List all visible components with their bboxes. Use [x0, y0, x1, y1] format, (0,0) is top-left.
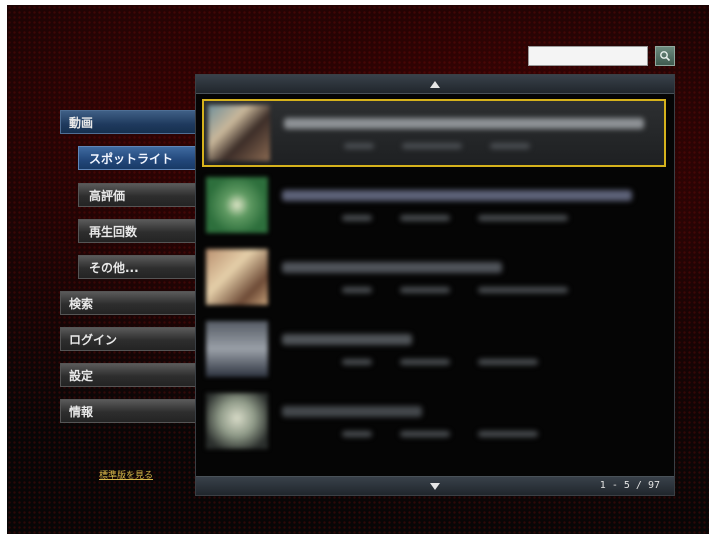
video-meta-blurred — [282, 405, 666, 437]
tv-screen: 動画 スポットライト 高評価 再生回数 その他... 検索 ログイン 設定 情報… — [7, 5, 709, 534]
video-thumbnail — [206, 393, 268, 449]
list-footer: 1 - 5 / 97 — [196, 476, 674, 495]
video-meta-blurred — [282, 333, 666, 365]
search-button[interactable] — [655, 46, 675, 66]
video-item[interactable] — [202, 99, 666, 167]
video-item[interactable] — [202, 315, 666, 383]
sidebar-item-info[interactable]: 情報 — [60, 399, 196, 423]
standard-version-link[interactable]: 標準版を見る — [99, 468, 153, 481]
search-input[interactable] — [528, 46, 648, 66]
sidebar-item-top-rated[interactable]: 高評価 — [78, 183, 196, 207]
video-item[interactable] — [202, 387, 666, 455]
video-item[interactable] — [202, 171, 666, 239]
sidebar-item-settings[interactable]: 設定 — [60, 363, 196, 387]
search-icon — [660, 51, 671, 62]
scroll-up-button[interactable] — [196, 75, 674, 94]
arrow-up-icon — [430, 80, 440, 88]
video-thumbnail — [208, 105, 270, 161]
video-item[interactable] — [202, 243, 666, 311]
video-meta-blurred — [284, 117, 664, 149]
sidebar-item-videos[interactable]: 動画 — [60, 110, 196, 134]
sidebar-item-most-viewed[interactable]: 再生回数 — [78, 219, 196, 243]
video-list-panel: 1 - 5 / 97 — [195, 74, 675, 496]
arrow-down-icon — [430, 482, 440, 490]
sidebar-item-spotlight[interactable]: スポットライト — [78, 146, 196, 170]
sidebar-item-search[interactable]: 検索 — [60, 291, 196, 315]
page-counter: 1 - 5 / 97 — [599, 480, 660, 491]
sidebar-item-more[interactable]: その他... — [78, 255, 196, 279]
video-meta-blurred — [282, 189, 666, 221]
video-meta-blurred — [282, 261, 666, 293]
video-thumbnail — [206, 321, 268, 377]
video-thumbnail — [206, 177, 268, 233]
video-thumbnail — [206, 249, 268, 305]
sidebar-item-login[interactable]: ログイン — [60, 327, 196, 351]
